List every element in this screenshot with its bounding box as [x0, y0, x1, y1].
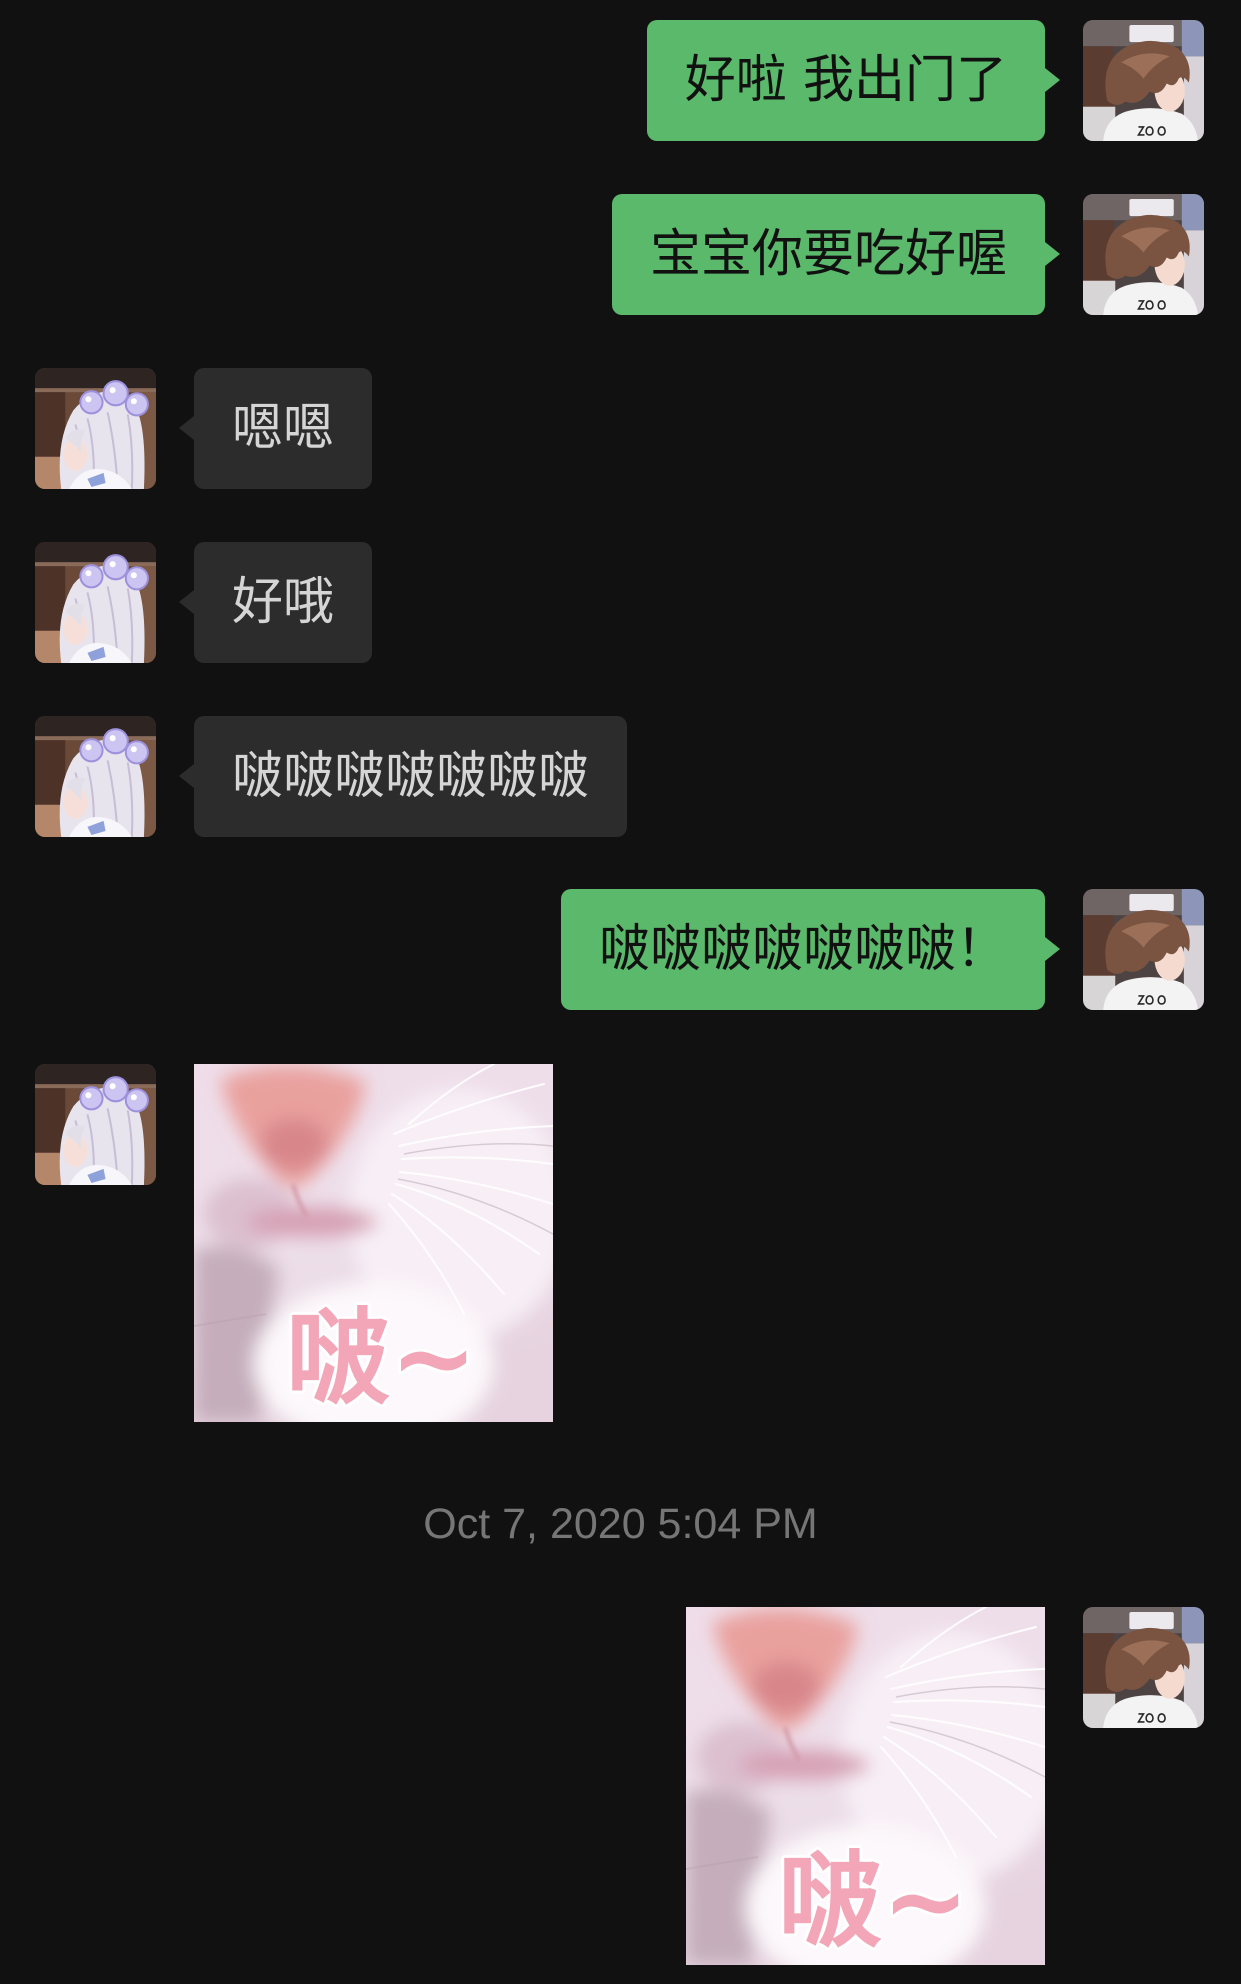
timestamp-divider: Oct 7, 2020 5:04 PM [423, 1500, 818, 1548]
message-row: 好啦 我出门了 [646, 20, 1204, 141]
message-row: 好哦 [35, 542, 373, 663]
self-avatar[interactable] [1083, 20, 1204, 141]
message-row: 啵~ [686, 1607, 1204, 1965]
message-row: 嗯嗯 [35, 368, 373, 489]
message-row: 啵啵啵啵啵啵啵 [35, 716, 628, 837]
cat-nose-kiss-sticker[interactable]: 啵~ [194, 1064, 553, 1422]
self-avatar[interactable] [1083, 194, 1204, 315]
outgoing-text-bubble[interactable]: 宝宝你要吃好喔 [611, 194, 1061, 315]
contact-avatar[interactable] [35, 716, 156, 837]
anime-girl-avatar-image [35, 368, 156, 489]
message-row: 啵~ [35, 1064, 553, 1422]
contact-avatar[interactable] [35, 542, 156, 663]
anime-boy-avatar-image [1083, 194, 1204, 315]
message-row: 宝宝你要吃好喔 [611, 194, 1204, 315]
anime-girl-avatar-image [35, 716, 156, 837]
incoming-text-bubble[interactable]: 啵啵啵啵啵啵啵 [178, 716, 628, 837]
incoming-text-bubble[interactable]: 嗯嗯 [178, 368, 373, 489]
sticker-caption: 啵~ [778, 1840, 969, 1962]
cat-nose-kiss-sticker[interactable]: 啵~ [686, 1607, 1045, 1965]
contact-avatar[interactable] [35, 1064, 156, 1185]
outgoing-text-bubble[interactable]: 啵啵啵啵啵啵啵！ [560, 889, 1061, 1010]
anime-boy-avatar-image [1083, 1607, 1204, 1728]
self-avatar[interactable] [1083, 1607, 1204, 1728]
anime-boy-avatar-image [1083, 20, 1204, 141]
message-row: 啵啵啵啵啵啵啵！ [560, 889, 1204, 1010]
anime-girl-avatar-image [35, 1064, 156, 1185]
sticker-caption: 啵~ [286, 1297, 477, 1419]
outgoing-text-bubble[interactable]: 好啦 我出门了 [646, 20, 1061, 141]
incoming-text-bubble[interactable]: 好哦 [178, 542, 373, 663]
contact-avatar[interactable] [35, 368, 156, 489]
anime-boy-avatar-image [1083, 889, 1204, 1010]
anime-girl-avatar-image [35, 542, 156, 663]
self-avatar[interactable] [1083, 889, 1204, 1010]
